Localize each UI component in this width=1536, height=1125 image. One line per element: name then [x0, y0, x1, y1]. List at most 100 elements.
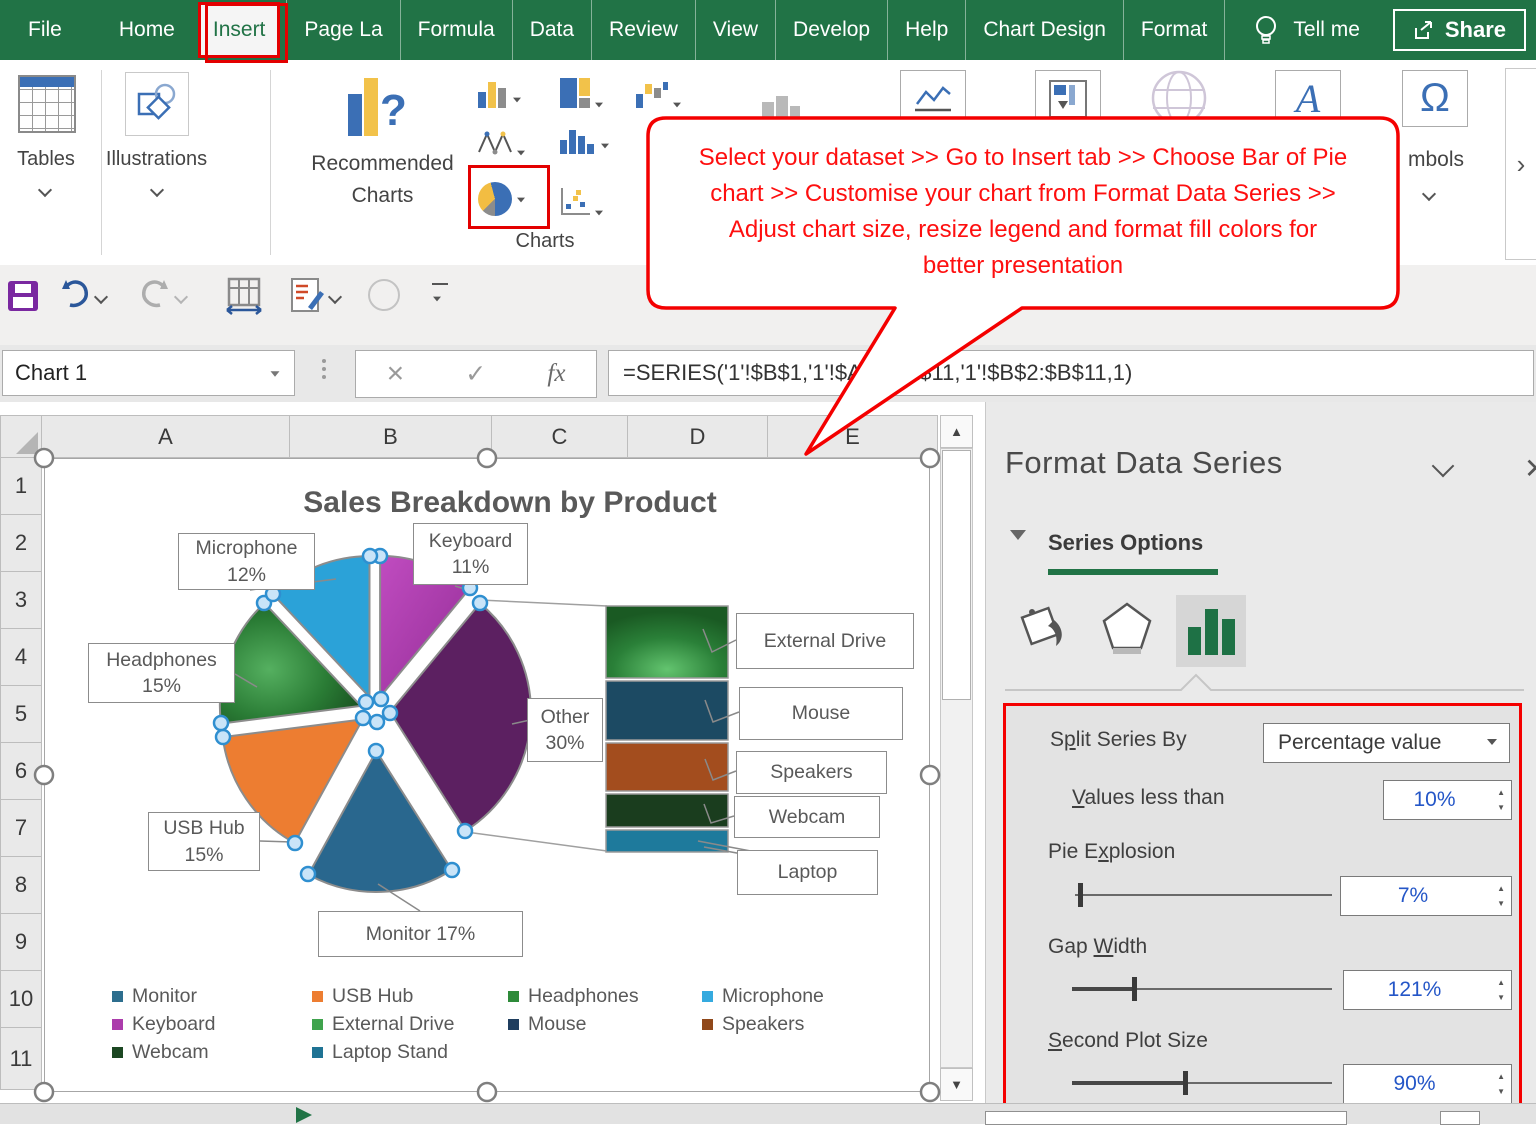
funnel-chart-icon[interactable]	[758, 88, 802, 129]
row-header-10[interactable]: 10	[0, 971, 42, 1028]
tables-dropdown-chevron[interactable]	[40, 182, 50, 200]
legend-microphone[interactable]: Microphone	[702, 985, 824, 1008]
label-external-drive[interactable]: External Drive	[736, 613, 914, 669]
save-icon[interactable]	[8, 281, 38, 311]
spinner-arrows[interactable]: ▲▼	[1497, 789, 1505, 812]
values-less-than-spinner[interactable]: 10% ▲▼	[1383, 780, 1512, 820]
tab-home[interactable]: Home	[102, 0, 192, 60]
chart-title[interactable]: Sales Breakdown by Product	[270, 486, 750, 520]
column-header-a[interactable]: A	[42, 415, 290, 458]
illustrations-label[interactable]: Illustrations	[105, 148, 208, 171]
legend-mouse[interactable]: Mouse	[508, 1013, 587, 1036]
series-options-collapse-icon[interactable]	[1010, 540, 1026, 558]
tab-data[interactable]: Data	[512, 0, 591, 60]
maps-icon[interactable]	[1148, 68, 1210, 133]
sheet-tab-indicator[interactable]	[296, 1107, 312, 1123]
row-header-2[interactable]: 2	[0, 515, 42, 572]
pivotchart-icon[interactable]	[1035, 70, 1101, 127]
tables-label[interactable]: Tables	[0, 148, 92, 171]
fill-line-tab-icon[interactable]	[1018, 600, 1070, 663]
series-options-tab-icon[interactable]	[1176, 595, 1246, 667]
pie-explosion-slider-thumb[interactable]	[1078, 883, 1083, 907]
row-header-1[interactable]: 1	[0, 458, 42, 515]
label-headphones[interactable]: Headphones15%	[88, 643, 235, 703]
legend-usb-hub[interactable]: USB Hub	[312, 985, 413, 1008]
shape-tool-icon[interactable]	[368, 279, 400, 311]
column-header-d[interactable]: D	[628, 415, 768, 458]
tab-review[interactable]: Review	[591, 0, 695, 60]
redo-icon[interactable]	[138, 277, 172, 316]
scroll-down-arrow[interactable]: ▼	[940, 1068, 973, 1101]
split-series-by-dropdown[interactable]: Percentage value	[1263, 723, 1510, 763]
legend-speakers[interactable]: Speakers	[702, 1013, 804, 1036]
text-icon[interactable]: A	[1275, 70, 1341, 127]
spinner-arrows[interactable]: ▲▼	[1497, 885, 1505, 908]
label-other[interactable]: Other30%	[527, 698, 603, 762]
legend-keyboard[interactable]: Keyboard	[112, 1013, 215, 1036]
illustrations-dropdown-chevron[interactable]	[152, 182, 162, 200]
label-speakers[interactable]: Speakers	[736, 751, 887, 794]
tab-view[interactable]: View	[695, 0, 775, 60]
tab-page-layout[interactable]: Page La	[286, 0, 399, 60]
waterfall-chart-icon[interactable]	[636, 82, 682, 113]
row-header-4[interactable]: 4	[0, 629, 42, 686]
column-header-c[interactable]: C	[492, 415, 628, 458]
tab-file[interactable]: File	[0, 0, 102, 60]
tab-formulas[interactable]: Formula	[400, 0, 512, 60]
recommended-charts-label[interactable]: RecommendedCharts	[290, 152, 475, 208]
row-header-6[interactable]: 6	[0, 743, 42, 800]
symbols-label[interactable]: mbols	[1396, 148, 1476, 172]
line-chart-icon[interactable]	[478, 130, 526, 161]
label-microphone[interactable]: Microphone12%	[178, 533, 315, 590]
row-header-3[interactable]: 3	[0, 572, 42, 629]
fx-icon[interactable]: fx	[547, 360, 565, 388]
series-options-label[interactable]: Series Options	[1048, 530, 1203, 556]
tell-me[interactable]: Tell me	[1253, 13, 1360, 47]
gap-width-spinner[interactable]: 121% ▲▼	[1343, 970, 1512, 1010]
label-mouse[interactable]: Mouse	[739, 687, 903, 740]
recommended-charts-icon[interactable]: ?	[348, 78, 407, 136]
row-header-7[interactable]: 7	[0, 800, 42, 857]
panel-close-icon[interactable]: ✕	[1524, 452, 1536, 485]
label-monitor[interactable]: Monitor 17%	[318, 911, 523, 957]
vertical-scrollbar-thumb[interactable]	[942, 450, 971, 700]
legend-webcam[interactable]: Webcam	[112, 1041, 209, 1064]
effects-tab-icon[interactable]	[1100, 600, 1154, 663]
pie-explosion-slider-track[interactable]	[1075, 894, 1332, 896]
share-button[interactable]: Share	[1393, 9, 1526, 51]
illustrations-icon[interactable]	[125, 72, 189, 136]
formula-bar-resize-handle[interactable]	[322, 359, 326, 379]
cancel-icon[interactable]: ×	[387, 357, 405, 391]
tab-chart-design[interactable]: Chart Design	[965, 0, 1123, 60]
label-usb-hub[interactable]: USB Hub15%	[148, 812, 260, 871]
gap-width-slider-thumb[interactable]	[1132, 977, 1137, 1001]
row-header-9[interactable]: 9	[0, 914, 42, 971]
second-plot-size-spinner[interactable]: 90% ▲▼	[1343, 1064, 1512, 1104]
form-edit-icon[interactable]	[288, 277, 326, 320]
tables-icon[interactable]	[18, 75, 76, 133]
legend-external-drive[interactable]: External Drive	[312, 1013, 454, 1036]
hierarchy-chart-icon[interactable]	[560, 78, 604, 113]
undo-icon[interactable]	[58, 277, 92, 316]
label-laptop[interactable]: Laptop	[737, 850, 878, 895]
sparkline-icon[interactable]	[900, 70, 966, 127]
name-box[interactable]: Chart 1	[2, 350, 295, 396]
legend-headphones[interactable]: Headphones	[508, 985, 639, 1008]
redo-dropdown-chevron[interactable]	[176, 289, 186, 307]
legend-laptop-stand[interactable]: Laptop Stand	[312, 1041, 448, 1064]
scatter-chart-icon[interactable]	[560, 188, 604, 221]
symbols-icon[interactable]: Ω	[1402, 70, 1468, 127]
legend-monitor[interactable]: Monitor	[112, 985, 197, 1008]
form-edit-dropdown-chevron[interactable]	[330, 289, 340, 307]
pie-explosion-spinner[interactable]: 7% ▲▼	[1340, 876, 1512, 916]
tab-help[interactable]: Help	[887, 0, 965, 60]
row-header-5[interactable]: 5	[0, 686, 42, 743]
ribbon-expand-button[interactable]: ›	[1505, 68, 1536, 260]
customize-toolbar-icon[interactable]	[432, 283, 448, 307]
enter-icon[interactable]: ✓	[465, 359, 486, 389]
tab-developer[interactable]: Develop	[775, 0, 887, 60]
row-header-11[interactable]: 11	[0, 1028, 42, 1090]
scroll-up-arrow[interactable]: ▲	[940, 415, 973, 448]
select-all-corner[interactable]	[0, 415, 42, 458]
label-webcam[interactable]: Webcam	[734, 796, 880, 838]
